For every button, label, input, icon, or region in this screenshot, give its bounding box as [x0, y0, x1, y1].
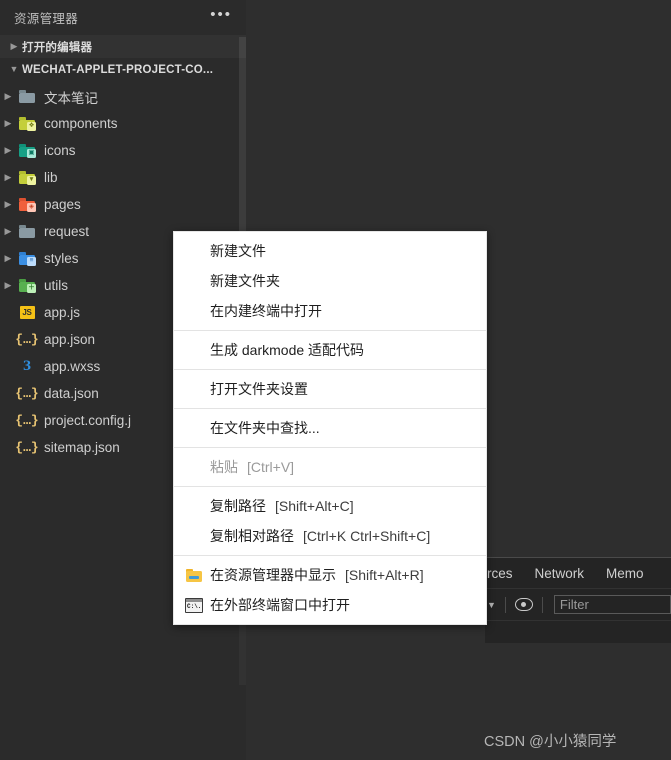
- css-file-icon: З: [16, 359, 38, 374]
- menu-separator: [174, 447, 486, 448]
- tree-row-label: icons: [38, 143, 76, 158]
- folder-lib-icon: ▼: [16, 171, 38, 184]
- eye-icon[interactable]: [515, 598, 533, 611]
- menu-item[interactable]: C:\. 在外部终端窗口中打开: [174, 590, 486, 620]
- context-menu: 新建文件新建文件夹在内建终端中打开生成 darkmode 适配代码打开文件夹设置…: [173, 231, 487, 625]
- menu-item-label: 在外部终端窗口中打开: [210, 595, 350, 615]
- sidebar-section-open-editors[interactable]: 打开的编辑器: [0, 35, 246, 58]
- devtools-tab[interactable]: rces: [487, 566, 513, 581]
- devtools-panel: rces Network Memo ▼ Filter: [485, 557, 671, 643]
- menu-item-label: 在资源管理器中显示: [210, 565, 336, 585]
- menu-item[interactable]: 生成 darkmode 适配代码: [174, 335, 486, 365]
- menu-item-shortcut: [Ctrl+V]: [247, 459, 294, 475]
- folder-plain-icon: [16, 90, 38, 103]
- folder-styles-icon: ≡: [16, 252, 38, 265]
- tree-row-label: app.js: [38, 305, 80, 320]
- menu-item[interactable]: 复制路径 [Shift+Alt+C]: [174, 491, 486, 521]
- chevron-right-icon[interactable]: [0, 119, 16, 128]
- menu-item[interactable]: 复制相对路径 [Ctrl+K Ctrl+Shift+C]: [174, 521, 486, 551]
- json-file-icon: {…}: [16, 332, 38, 347]
- menu-item-shortcut: [Shift+Alt+C]: [275, 498, 354, 514]
- tree-row-label: pages: [38, 197, 81, 212]
- tree-row[interactable]: ▼lib: [0, 164, 246, 191]
- sidebar-section-label: WECHAT-APPLET-PROJECT-CO...: [22, 64, 213, 76]
- tree-row[interactable]: ❖components: [0, 110, 246, 137]
- menu-item[interactable]: 打开文件夹设置: [174, 374, 486, 404]
- devtools-tab[interactable]: Network: [535, 566, 585, 581]
- tree-row-label: 文本笔记: [38, 87, 98, 107]
- tree-row[interactable]: 文本笔记: [0, 83, 246, 110]
- chevron-down-icon: [6, 65, 22, 74]
- watermark: CSDN @小小猿同学: [484, 730, 616, 751]
- tree-row-label: project.config.j: [38, 413, 131, 428]
- chevron-right-icon: [6, 42, 22, 51]
- chevron-right-icon[interactable]: [0, 146, 16, 155]
- menu-item-label: 复制相对路径: [210, 526, 294, 546]
- json-file-icon: {…}: [16, 440, 38, 455]
- folder-plain-icon: [16, 225, 38, 238]
- chevron-right-icon[interactable]: [0, 173, 16, 182]
- sidebar-section-label: 打开的编辑器: [22, 39, 92, 55]
- tree-row-label: request: [38, 224, 89, 239]
- explorer-folder-icon: [185, 567, 203, 583]
- tree-row-label: app.wxss: [38, 359, 100, 374]
- tree-row[interactable]: ◈pages: [0, 191, 246, 218]
- chevron-right-icon[interactable]: [0, 200, 16, 209]
- tree-row-label: lib: [38, 170, 58, 185]
- toolbar-separator: [542, 597, 543, 613]
- js-file-icon: JS: [16, 306, 38, 319]
- menu-item-label: 在文件夹中查找...: [210, 418, 320, 438]
- devtools-toolbar: ▼ Filter: [485, 588, 671, 621]
- folder-images-icon: ▣: [16, 144, 38, 157]
- menu-item-label: 粘贴: [210, 457, 238, 477]
- tree-row-label: components: [38, 116, 118, 131]
- json-file-icon: {…}: [16, 386, 38, 401]
- menu-item-shortcut: [Ctrl+K Ctrl+Shift+C]: [303, 528, 430, 544]
- chevron-right-icon[interactable]: [0, 92, 16, 101]
- tree-row-label: styles: [38, 251, 79, 266]
- menu-item[interactable]: 在内建终端中打开: [174, 296, 486, 326]
- filter-input[interactable]: Filter: [554, 595, 671, 614]
- toolbar-separator: [505, 597, 506, 613]
- menu-item: 粘贴 [Ctrl+V]: [174, 452, 486, 482]
- menu-item[interactable]: 在文件夹中查找...: [174, 413, 486, 443]
- menu-item-label: 复制路径: [210, 496, 266, 516]
- folder-pages-icon: ◈: [16, 198, 38, 211]
- devtools-tab-bar: rces Network Memo: [485, 558, 671, 588]
- chevron-right-icon[interactable]: [0, 254, 16, 263]
- folder-utils-icon: ＋: [16, 279, 38, 292]
- menu-item[interactable]: 在资源管理器中显示 [Shift+Alt+R]: [174, 560, 486, 590]
- folder-components-icon: ❖: [16, 117, 38, 130]
- menu-item-label: 生成 darkmode 适配代码: [210, 340, 364, 360]
- sidebar-section-project-root[interactable]: WECHAT-APPLET-PROJECT-CO...: [0, 58, 246, 81]
- page-title: 资源管理器: [14, 8, 210, 27]
- json-file-icon: {…}: [16, 413, 38, 428]
- menu-item-label: 在内建终端中打开: [210, 301, 322, 321]
- menu-item-shortcut: [Shift+Alt+R]: [345, 567, 424, 583]
- menu-item-label: 新建文件: [210, 241, 266, 261]
- menu-item-label: 新建文件夹: [210, 271, 280, 291]
- menu-separator: [174, 330, 486, 331]
- explorer-header: 资源管理器 •••: [0, 0, 246, 35]
- menu-separator: [174, 555, 486, 556]
- menu-item[interactable]: 新建文件: [174, 236, 486, 266]
- menu-separator: [174, 369, 486, 370]
- menu-separator: [174, 486, 486, 487]
- tree-row-label: utils: [38, 278, 68, 293]
- tree-row[interactable]: ▣icons: [0, 137, 246, 164]
- more-actions-icon[interactable]: •••: [210, 10, 232, 26]
- cmd-terminal-icon: C:\.: [185, 597, 203, 613]
- chevron-down-icon[interactable]: ▼: [487, 600, 496, 610]
- menu-item-label: 打开文件夹设置: [210, 379, 308, 399]
- devtools-tab[interactable]: Memo: [606, 566, 644, 581]
- tree-row-label: app.json: [38, 332, 95, 347]
- menu-item[interactable]: 新建文件夹: [174, 266, 486, 296]
- tree-row-label: data.json: [38, 386, 99, 401]
- menu-separator: [174, 408, 486, 409]
- tree-row-label: sitemap.json: [38, 440, 120, 455]
- chevron-right-icon[interactable]: [0, 281, 16, 290]
- chevron-right-icon[interactable]: [0, 227, 16, 236]
